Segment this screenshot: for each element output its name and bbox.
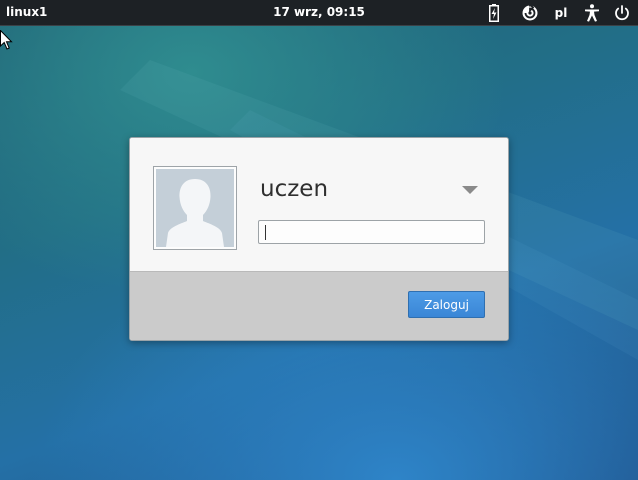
login-dialog: uczen Zaloguj xyxy=(129,137,509,341)
mouse-pointer-icon xyxy=(0,30,13,50)
power-icon[interactable] xyxy=(612,3,632,23)
user-avatar-icon xyxy=(156,169,234,247)
keyboard-language-indicator[interactable]: pl xyxy=(551,3,571,23)
accessibility-icon[interactable] xyxy=(582,3,602,23)
text-caret xyxy=(265,225,266,240)
login-button[interactable]: Zaloguj xyxy=(408,291,485,318)
top-panel: linux1 17 wrz, 09:15 pl xyxy=(0,0,638,26)
date-time-label[interactable]: 17 wrz, 09:15 xyxy=(0,5,638,19)
login-dialog-user-area: uczen xyxy=(130,138,508,271)
password-field[interactable] xyxy=(258,220,485,244)
chevron-down-icon[interactable] xyxy=(460,184,480,196)
battery-icon[interactable] xyxy=(486,3,502,23)
session-menu-icon[interactable] xyxy=(520,3,540,23)
username-label: uczen xyxy=(260,176,329,202)
user-avatar[interactable] xyxy=(153,166,237,250)
